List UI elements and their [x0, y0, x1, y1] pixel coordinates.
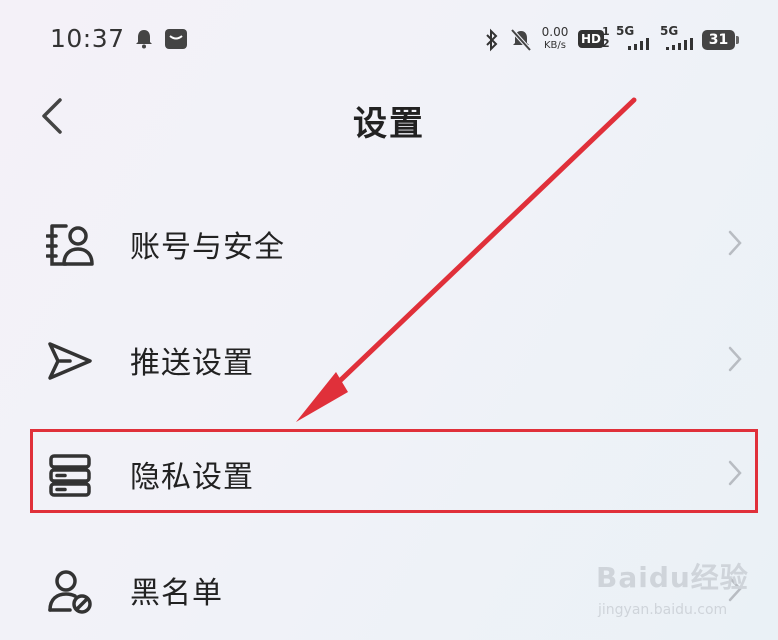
signal-bars-icon: [628, 38, 649, 50]
menu-item-push-settings[interactable]: 推送设置: [0, 310, 778, 410]
signal-sim2-label: 5G: [660, 24, 679, 38]
menu-item-label: 黑名单: [130, 576, 223, 611]
menu-item-privacy-settings[interactable]: 隐私设置: [0, 424, 778, 524]
signal-sim1-label: 5G: [616, 24, 635, 38]
menu-item-label: 隐私设置: [130, 460, 254, 495]
sim-slot-indicator: 1 2: [602, 26, 610, 50]
network-speed-unit: KB/s: [544, 40, 566, 51]
watermark-logo: Baidu经验: [596, 561, 749, 594]
mute-icon: [510, 28, 532, 52]
send-icon: [48, 342, 92, 380]
status-bar: 10:37 0.00 KB/s HD 1 2 5G 5G 31: [0, 0, 778, 80]
account-security-icon: [46, 224, 94, 266]
menu-item-label: 账号与安全: [130, 230, 285, 265]
watermark-url: jingyan.baidu.com: [598, 602, 728, 618]
chevron-right-icon: [728, 346, 742, 372]
status-time: 10:37: [50, 24, 125, 53]
menu-item-label: 推送设置: [130, 346, 254, 381]
server-stack-icon: [49, 454, 91, 497]
battery-indicator: 31: [702, 30, 739, 50]
page-title: 设置: [353, 104, 425, 144]
chevron-right-icon: [728, 230, 742, 256]
page-header: 设置: [0, 86, 778, 146]
baidu-watermark: Baidu经验 jingyan.baidu.com: [596, 556, 772, 628]
message-app-icon: [165, 29, 187, 49]
hd-voice-badge: HD: [578, 30, 605, 48]
bluetooth-icon: [486, 28, 498, 52]
sim-slot-bottom: 2: [602, 37, 610, 50]
network-speed: 0.00 KB/s: [538, 26, 572, 52]
signal-sim1: 5G: [616, 24, 649, 50]
signal-sim2: 5G: [660, 24, 693, 50]
notification-bell-icon: [136, 30, 152, 49]
chevron-right-icon: [728, 460, 742, 486]
signal-bars-icon: [666, 38, 693, 50]
menu-item-account-security[interactable]: 账号与安全: [0, 194, 778, 294]
network-speed-value: 0.00: [541, 25, 569, 39]
user-block-icon: [48, 570, 92, 614]
